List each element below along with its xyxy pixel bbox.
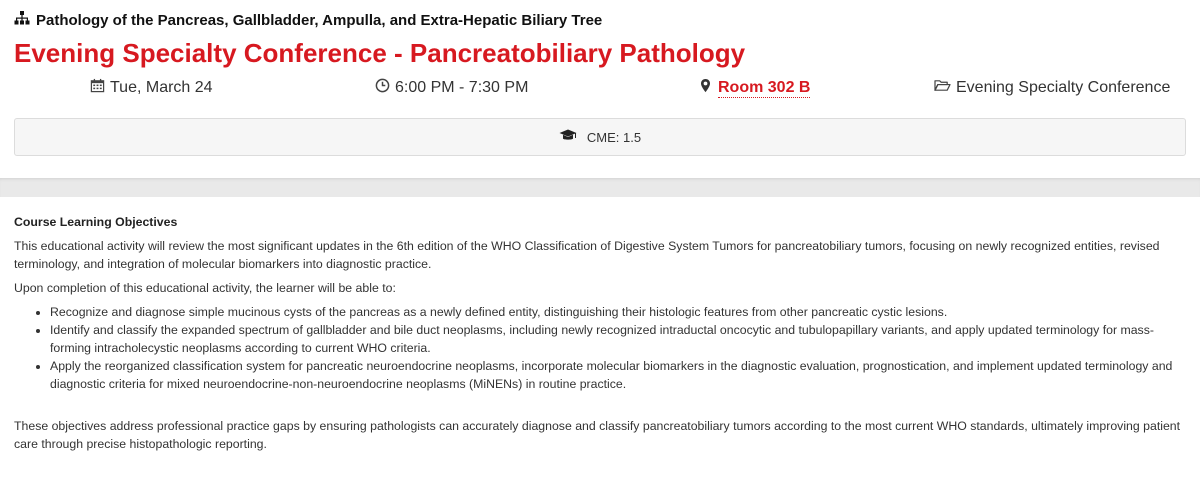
cme-label: CME: 1.5 bbox=[586, 129, 642, 145]
graduation-cap-icon bbox=[559, 129, 577, 145]
session-meta: Tue, March 24 6:00 PM - 7:30 PM Room 302… bbox=[14, 74, 1186, 102]
room-link[interactable]: Room 302 B bbox=[718, 79, 811, 98]
session-track: Pathology of the Pancreas, Gallbladder, … bbox=[14, 10, 1186, 30]
track-label: Pathology of the Pancreas, Gallbladder, … bbox=[36, 11, 603, 29]
session-header: Pathology of the Pancreas, Gallbladder, … bbox=[0, 0, 1200, 178]
clock-icon bbox=[375, 78, 390, 98]
objectives-closing: These objectives address professional pr… bbox=[14, 419, 1181, 451]
session-date: Tue, March 24 bbox=[90, 78, 213, 98]
session-category: Evening Specialty Conference bbox=[934, 78, 1170, 98]
objectives-section: Course Learning Objectives This educatio… bbox=[0, 197, 1200, 453]
calendar-icon bbox=[90, 78, 105, 98]
objectives-heading: Course Learning Objectives bbox=[14, 215, 178, 229]
time-label: 6:00 PM - 7:30 PM bbox=[395, 79, 529, 96]
list-item: Identify and classify the expanded spect… bbox=[50, 321, 1186, 357]
category-label: Evening Specialty Conference bbox=[956, 79, 1171, 96]
sitemap-icon bbox=[14, 11, 30, 29]
objectives-list: Recognize and diagnose simple mucinous c… bbox=[14, 303, 1186, 393]
map-marker-icon bbox=[698, 78, 713, 98]
page-title: Evening Specialty Conference - Pancreato… bbox=[14, 38, 746, 68]
objectives-lead: Upon completion of this educational acti… bbox=[14, 281, 396, 295]
session-room[interactable]: Room 302 B bbox=[698, 78, 811, 98]
section-divider bbox=[0, 178, 1200, 197]
objectives-intro: This educational activity will review th… bbox=[14, 239, 1160, 271]
session-time: 6:00 PM - 7:30 PM bbox=[375, 78, 528, 98]
folder-open-icon bbox=[934, 78, 951, 98]
date-label: Tue, March 24 bbox=[110, 79, 213, 96]
list-item: Recognize and diagnose simple mucinous c… bbox=[50, 303, 1186, 321]
cme-panel: CME: 1.5 bbox=[14, 118, 1186, 156]
list-item: Apply the reorganized classification sys… bbox=[50, 357, 1186, 393]
